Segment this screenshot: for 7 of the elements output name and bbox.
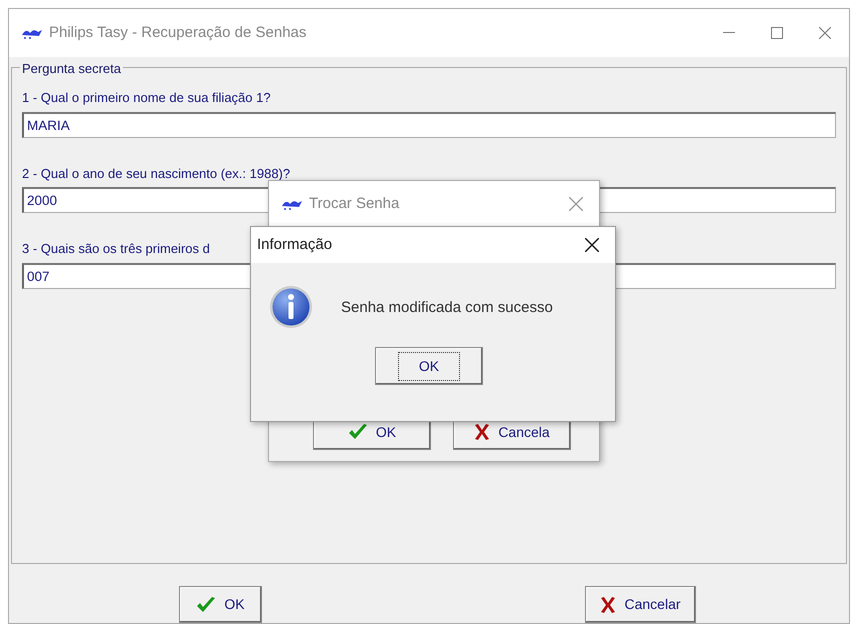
dialog-title: Trocar Senha bbox=[309, 194, 400, 214]
window-title: Philips Tasy - Recuperação de Senhas bbox=[49, 22, 306, 43]
message-text: Senha modificada com sucesso bbox=[341, 298, 553, 318]
question-label: 3 - Quais são os três primeiros d bbox=[22, 240, 210, 258]
question-label: 2 - Qual o ano de seu nascimento (ex.: 1988)? bbox=[22, 164, 290, 183]
question-label: 1 - Qual o primeiro nome de sua filiação 1? bbox=[22, 89, 271, 107]
message-box-title: Informação bbox=[257, 234, 332, 255]
